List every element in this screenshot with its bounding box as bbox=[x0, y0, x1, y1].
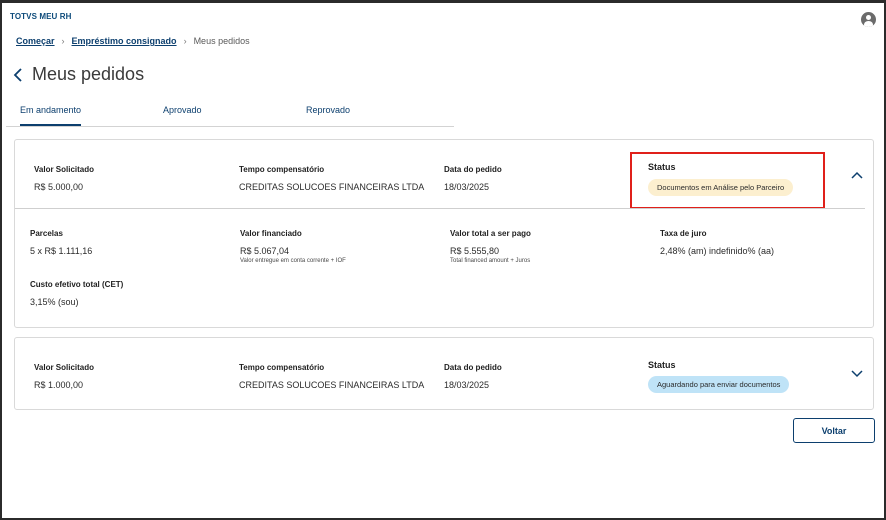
valor-financiado-hint: Valor entregue em conta corrente + IOF bbox=[240, 258, 346, 264]
top-bar: TOTVS MEU RH bbox=[10, 12, 876, 32]
valor-solicitado-label: Valor Solicitado bbox=[34, 165, 95, 174]
valor-total-value: R$ 5.555,80 bbox=[450, 246, 500, 256]
chevron-up-icon[interactable] bbox=[851, 171, 863, 179]
parcelas-value: 5 x R$ 1.111,16 bbox=[30, 246, 93, 256]
order-card: Valor Solicitado R$ 5.000,00 Tempo compe… bbox=[14, 139, 874, 328]
data-pedido-label: Data do pedido bbox=[444, 363, 502, 372]
valor-financiado-value: R$ 5.067,04 bbox=[240, 246, 290, 256]
chevron-right-icon: › bbox=[183, 36, 187, 46]
data-pedido-label: Data do pedido bbox=[444, 165, 502, 174]
tab-reprovado[interactable]: Reprovado bbox=[306, 105, 350, 115]
chevron-down-icon[interactable] bbox=[851, 370, 863, 378]
tab-aprovado[interactable]: Aprovado bbox=[163, 105, 202, 115]
page-header: Meus pedidos bbox=[13, 64, 144, 85]
page-title: Meus pedidos bbox=[32, 64, 145, 84]
status-label: Status bbox=[648, 360, 676, 370]
tempo-compensatorio-value: CREDITAS SOLUCOES FINANCEIRAS LTDA bbox=[239, 182, 425, 192]
app-title: TOTVS MEU RH bbox=[10, 12, 72, 21]
valor-solicitado-label: Valor Solicitado bbox=[34, 363, 95, 372]
chevron-right-icon: › bbox=[61, 36, 65, 46]
status-label: Status bbox=[648, 162, 676, 172]
breadcrumb-link-emprestimo[interactable]: Empréstimo consignado bbox=[72, 36, 177, 46]
valor-total-label: Valor total a ser pago bbox=[450, 229, 531, 238]
data-pedido-value: 18/03/2025 bbox=[444, 182, 490, 192]
back-arrow-icon[interactable] bbox=[13, 67, 23, 83]
tab-em-andamento[interactable]: Em andamento bbox=[20, 105, 82, 126]
user-avatar-icon[interactable] bbox=[861, 12, 876, 27]
data-pedido-value: 18/03/2025 bbox=[444, 380, 490, 390]
valor-solicitado-value: R$ 5.000,00 bbox=[34, 182, 84, 192]
breadcrumb-link-comecar[interactable]: Começar bbox=[16, 36, 55, 46]
parcelas-label: Parcelas bbox=[30, 229, 63, 238]
breadcrumb: Começar › Empréstimo consignado › Meus p… bbox=[16, 36, 250, 46]
tempo-compensatorio-label: Tempo compensatório bbox=[239, 165, 325, 174]
card-divider bbox=[15, 208, 865, 209]
voltar-button[interactable]: Voltar bbox=[793, 418, 875, 443]
taxa-juro-label: Taxa de juro bbox=[660, 229, 707, 238]
status-badge: Documentos em Análise pelo Parceiro bbox=[648, 179, 794, 196]
valor-total-hint: Total financed amount + Juros bbox=[450, 258, 531, 264]
valor-financiado-label: Valor financiado bbox=[240, 229, 302, 238]
order-card: Valor Solicitado R$ 1.000,00 Tempo compe… bbox=[14, 337, 874, 410]
tab-bar: Em andamento Aprovado Reprovado bbox=[6, 99, 454, 127]
breadcrumb-current: Meus pedidos bbox=[193, 36, 250, 46]
tempo-compensatorio-label: Tempo compensatório bbox=[239, 363, 325, 372]
status-badge: Aguardando para enviar documentos bbox=[648, 376, 790, 393]
taxa-juro-value: 2,48% (am) indefinido% (aa) bbox=[660, 246, 775, 256]
cet-value: 3,15% (sou) bbox=[30, 297, 79, 307]
cet-label: Custo efetivo total (CET) bbox=[30, 280, 124, 289]
valor-solicitado-value: R$ 1.000,00 bbox=[34, 380, 84, 390]
tempo-compensatorio-value: CREDITAS SOLUCOES FINANCEIRAS LTDA bbox=[239, 380, 425, 390]
